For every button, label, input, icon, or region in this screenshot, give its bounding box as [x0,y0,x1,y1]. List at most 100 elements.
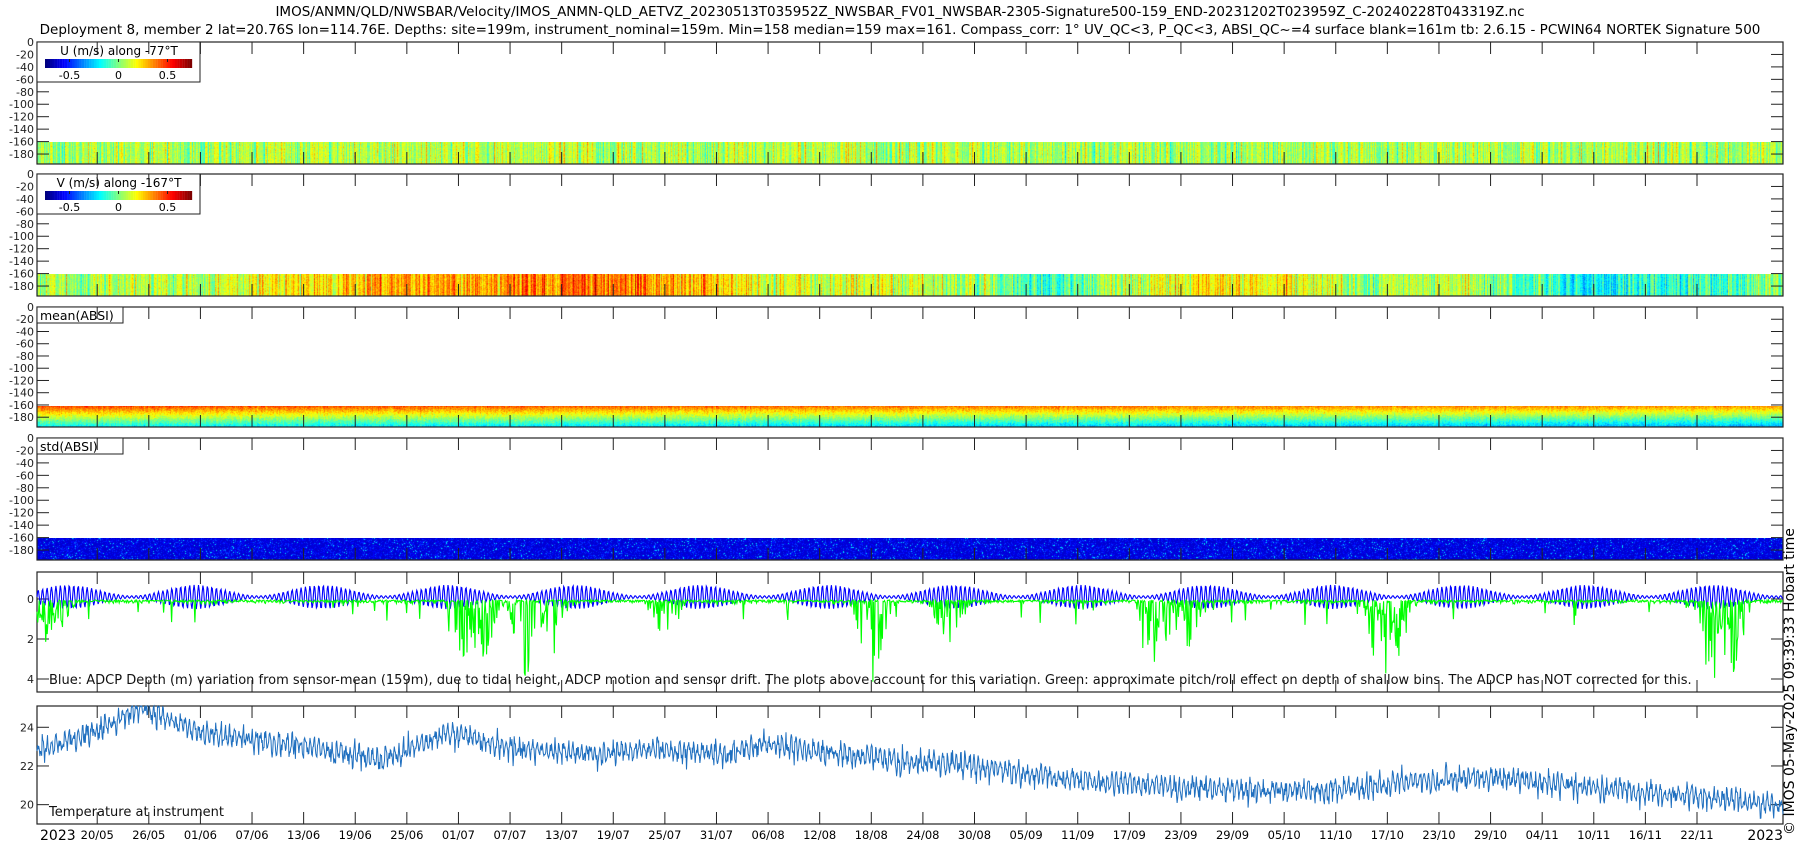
colorbar-cell [109,59,112,68]
x-tick-label: 06/08 [752,828,785,842]
y-tick-label: -160 [9,399,34,412]
y-tick-label: -40 [16,61,34,74]
colorbar-cell [109,191,112,200]
y-tick-label: 24 [20,721,34,734]
x-tick-label: 29/10 [1474,828,1507,842]
y-tick-label: -60 [16,338,34,351]
colorbar-cell [114,191,117,200]
y-tick-label: -140 [9,255,34,268]
x-tick-label: 25/07 [648,828,681,842]
x-tick-label: 31/07 [700,828,733,842]
figure: 0-20-40-60-80-100-120-140-160-1800-20-40… [0,0,1800,850]
y-tick-label: -120 [9,507,34,520]
colorbar-cell [60,191,63,200]
y-tick-label: -180 [9,411,34,424]
colorbar-cell [187,59,190,68]
colorbar-cell [111,191,114,200]
colorbar-cell [104,59,107,68]
colorbar-cell [123,191,126,200]
colorbar-cell [114,59,117,68]
y-tick-label: 22 [20,760,34,773]
y-tick-label: -60 [16,469,34,482]
colorbar-cell [190,191,193,200]
colorbar-cell [55,191,58,200]
colorbar-cell [79,191,82,200]
colorbar-cell [141,191,144,200]
colorbar-cell [163,191,166,200]
colorbar-cell [65,59,68,68]
colorbar-cell [180,191,183,200]
colorbar-cell [170,191,173,200]
colorbar-tick-label: 0 [115,201,122,214]
y-tick-label: -20 [16,48,34,61]
colorbar-cell [72,59,75,68]
y-tick-label: -60 [16,73,34,86]
y-tick-label: -180 [9,280,34,293]
y-tick-label: -40 [16,457,34,470]
colorbar-cell [180,59,183,68]
colorbar-cell [84,191,87,200]
colorbar-cell [77,59,80,68]
x-tick-label: 13/06 [287,828,320,842]
y-tick-label: -80 [16,86,34,99]
colorbar-cell [94,59,97,68]
colorbar-cell [92,59,95,68]
y-tick-label: -20 [16,313,34,326]
y-tick-label: -140 [9,387,34,400]
colorbar-cell [175,191,178,200]
y-tick-label: -120 [9,243,34,256]
y-tick-label: 0 [27,301,34,314]
colorbar-cell [82,59,85,68]
colorbar-cell [172,191,175,200]
colorbar-cell [72,191,75,200]
y-tick-label: 0 [27,432,34,445]
plot-frame-2 [37,307,1783,427]
colorbar-cell [133,59,136,68]
colorbar-cell [131,191,134,200]
colorbar-cell [185,191,188,200]
colorbar-cell [101,191,104,200]
colorbar-cell [65,191,68,200]
y-tick-label: -160 [9,532,34,545]
colorbar-cell [138,191,141,200]
x-tick-label: 20/05 [81,828,114,842]
y-tick-label: -120 [9,111,34,124]
x-tick-label: 10/11 [1577,828,1610,842]
colorbar-title: V (m/s) along -167°T [57,176,182,190]
colorbar-cell [143,191,146,200]
x-tick-label: 17/09 [1113,828,1146,842]
adcp-depth-line [37,585,1783,609]
colorbar-cell [158,191,161,200]
colorbar-tick-label: 0.5 [159,201,177,214]
colorbar-cell [187,191,190,200]
x-tick-label: 19/07 [597,828,630,842]
temperature-line [37,706,1783,818]
colorbar-cell [182,191,185,200]
colorbar-cell [94,191,97,200]
y-tick-label: 0 [27,36,34,49]
y-tick-label: -160 [9,136,34,149]
colorbar-tick-label: -0.5 [59,69,80,82]
pitch-roll-line [37,600,1783,682]
colorbar-cell [104,191,107,200]
colorbar-cell [57,59,60,68]
colorbar-cell [170,59,173,68]
y-tick-label: -100 [9,494,34,507]
colorbar-cell [106,59,109,68]
colorbar-cell [96,191,99,200]
colorbar-cell [153,191,156,200]
colorbar-cell [141,59,144,68]
x-tick-label: 30/08 [958,828,991,842]
x-tick-label: 26/05 [132,828,165,842]
colorbar-cell [45,59,48,68]
colorbar-cell [185,59,188,68]
y-tick-label: 2 [27,633,34,646]
colorbar-cell [74,191,77,200]
colorbar-cell [148,59,151,68]
colorbar-cell [182,59,185,68]
y-tick-label: -80 [16,218,34,231]
panel-label: std(ABSI) [40,439,98,454]
colorbar-tick-label: 0 [115,69,122,82]
x-tick-label: 12/08 [803,828,836,842]
y-tick-label: -100 [9,362,34,375]
